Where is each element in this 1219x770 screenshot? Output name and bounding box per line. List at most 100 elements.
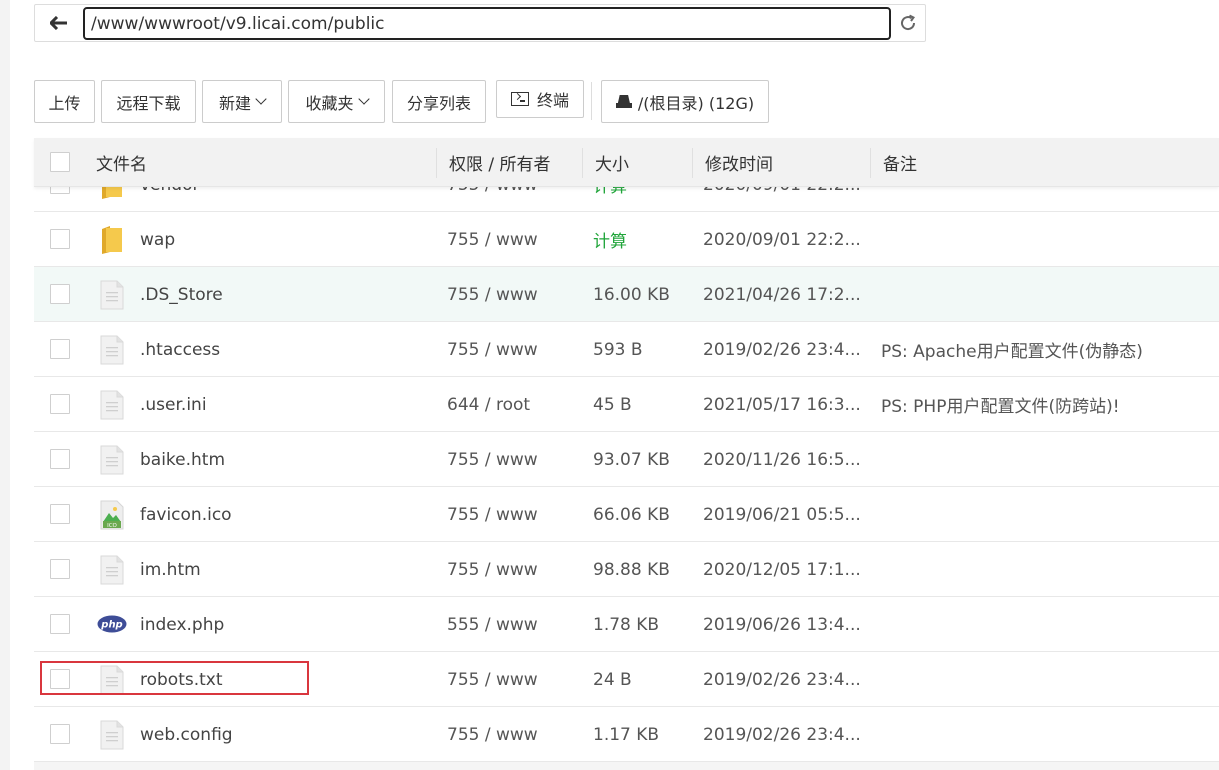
file-size: 1.78 KB	[593, 614, 660, 635]
file-permission[interactable]: 755 / www	[447, 187, 587, 212]
table-row[interactable]: im.htm 755 / www 98.88 KB 2020/12/05 17:1..…	[34, 542, 1219, 597]
file-note	[881, 707, 1219, 762]
file-name[interactable]: baike.htm	[140, 432, 440, 487]
file-name[interactable]: im.htm	[140, 542, 440, 597]
path-bar	[34, 4, 926, 42]
share-list-label: 分享列表	[406, 93, 471, 113]
arrow-left-icon	[50, 16, 67, 30]
header-time[interactable]: 修改时间	[693, 138, 773, 187]
file-modified-time: 2019/02/26 23:4...	[703, 724, 861, 745]
file-name[interactable]: robots.txt	[140, 652, 440, 707]
file-manager: 上传 远程下载 新建 收藏夹 分享列表 终端 /(根目录) (12G) 文件	[0, 0, 1219, 770]
toolbar: 上传 远程下载 新建 收藏夹 分享列表 终端 /(根目录) (12G)	[0, 80, 1219, 123]
file-permission[interactable]: 755 / www	[447, 707, 587, 762]
file-icon	[100, 720, 124, 750]
file-table: 文件名 权限 / 所有者 大小 修改时间 备注 vendor755 / www计…	[34, 138, 1219, 770]
file-permission[interactable]: 755 / www	[447, 542, 587, 597]
file-icon	[100, 390, 124, 420]
table-row[interactable]: wap 755 / www 计算 2020/09/01 22:2...	[34, 212, 1219, 267]
row-checkbox[interactable]	[50, 724, 70, 744]
terminal-label: 终端	[536, 91, 569, 110]
file-note: PS: PHP用户配置文件(防跨站)!	[881, 397, 1120, 417]
table-row[interactable]: .DS_Store 755 / www 16.00 KB 2021/04/26 17:…	[34, 267, 1219, 322]
file-note	[881, 212, 1219, 267]
file-icon	[100, 335, 124, 365]
share-list-button[interactable]: 分享列表	[392, 80, 486, 123]
file-size: 45 B	[593, 394, 632, 415]
file-permission[interactable]: 755 / www	[447, 212, 587, 267]
row-checkbox[interactable]	[50, 614, 70, 634]
file-permission[interactable]: 755 / www	[447, 487, 587, 542]
file-size: 16.00 KB	[593, 284, 670, 305]
file-permission[interactable]: 755 / www	[447, 322, 587, 377]
bottom-edge	[34, 762, 1219, 770]
upload-button[interactable]: 上传	[34, 80, 95, 123]
file-name[interactable]: .user.ini	[140, 377, 440, 432]
file-permission[interactable]: 755 / www	[447, 267, 587, 322]
folder-icon	[100, 187, 124, 200]
terminal-icon	[510, 92, 529, 106]
file-permission[interactable]: 555 / www	[447, 597, 587, 652]
row-checkbox[interactable]	[50, 669, 70, 689]
disk-label: /(根目录) (12G)	[637, 93, 755, 113]
file-note	[881, 267, 1219, 322]
file-size: 98.88 KB	[593, 559, 670, 580]
path-input[interactable]	[83, 7, 891, 40]
file-size: 93.07 KB	[593, 449, 670, 470]
table-row[interactable]: php index.php 555 / www 1.78 KB 2019/06/26 1…	[34, 597, 1219, 652]
table-row[interactable]: .htaccess 755 / www 593 B 2019/02/26 23:4..…	[34, 322, 1219, 377]
file-name[interactable]: wap	[140, 212, 440, 267]
favorites-button[interactable]: 收藏夹	[288, 80, 385, 123]
favorites-label: 收藏夹	[305, 93, 354, 113]
file-name[interactable]: index.php	[140, 597, 440, 652]
row-checkbox[interactable]	[50, 559, 70, 579]
table-row[interactable]: robots.txt 755 / www 24 B 2019/02/26 23:4..…	[34, 652, 1219, 707]
file-modified-time: 2019/06/26 13:4...	[703, 614, 861, 635]
refresh-button[interactable]	[891, 5, 925, 41]
file-name[interactable]: vendor	[140, 187, 440, 212]
disk-button[interactable]: /(根目录) (12G)	[601, 80, 769, 123]
file-size[interactable]: 计算	[593, 187, 703, 212]
file-permission[interactable]: 644 / root	[447, 377, 587, 432]
header-size[interactable]: 大小	[583, 138, 629, 187]
svg-text:php: php	[100, 620, 122, 631]
table-body: vendor755 / www计算2020/09/01 22:2...wap75…	[34, 187, 1219, 770]
row-checkbox[interactable]	[50, 394, 70, 414]
select-all-checkbox[interactable]	[50, 152, 70, 172]
file-name[interactable]: .DS_Store	[140, 267, 440, 322]
header-name[interactable]: 文件名	[84, 138, 147, 187]
file-size[interactable]: 计算	[593, 212, 703, 267]
chevron-down-icon	[357, 93, 370, 105]
file-size: 1.17 KB	[593, 724, 660, 745]
row-checkbox[interactable]	[50, 449, 70, 469]
row-checkbox[interactable]	[50, 229, 70, 249]
remote-download-button[interactable]: 远程下载	[101, 80, 196, 123]
file-note	[881, 542, 1219, 597]
new-button[interactable]: 新建	[202, 80, 282, 123]
file-modified-time: 2020/09/01 22:2...	[703, 187, 873, 212]
row-checkbox[interactable]	[50, 187, 70, 194]
header-perm[interactable]: 权限 / 所有者	[437, 138, 551, 187]
table-row[interactable]: baike.htm 755 / www 93.07 KB 2020/11/26 16:…	[34, 432, 1219, 487]
file-icon	[100, 280, 124, 310]
file-modified-time: 2020/12/05 17:1...	[703, 559, 861, 580]
file-name[interactable]: .htaccess	[140, 322, 440, 377]
back-button[interactable]	[35, 5, 83, 41]
table-row[interactable]: ICO favicon.ico 755 / www 66.06 KB 2019/06/2…	[34, 487, 1219, 542]
row-checkbox[interactable]	[50, 504, 70, 524]
image-icon: ICO	[100, 500, 124, 530]
table-row[interactable]: vendor 755 / www计算2020/09/01 22:2...	[34, 187, 1219, 212]
terminal-button[interactable]: 终端	[496, 80, 584, 118]
file-note: PS: Apache用户配置文件(伪静态)	[881, 342, 1143, 362]
file-permission[interactable]: 755 / www	[447, 652, 587, 707]
file-name[interactable]: web.config	[140, 707, 440, 762]
row-checkbox[interactable]	[50, 284, 70, 304]
file-permission[interactable]: 755 / www	[447, 432, 587, 487]
upload-label: 上传	[48, 93, 81, 113]
table-row[interactable]: .user.ini 644 / root 45 B 2021/05/17 16:3..…	[34, 377, 1219, 432]
table-row[interactable]: web.config 755 / www 1.17 KB 2019/02/26 23:…	[34, 707, 1219, 762]
file-name[interactable]: favicon.ico	[140, 487, 440, 542]
row-checkbox[interactable]	[50, 339, 70, 359]
file-modified-time: 2020/11/26 16:5...	[703, 449, 861, 470]
file-note	[881, 597, 1219, 652]
